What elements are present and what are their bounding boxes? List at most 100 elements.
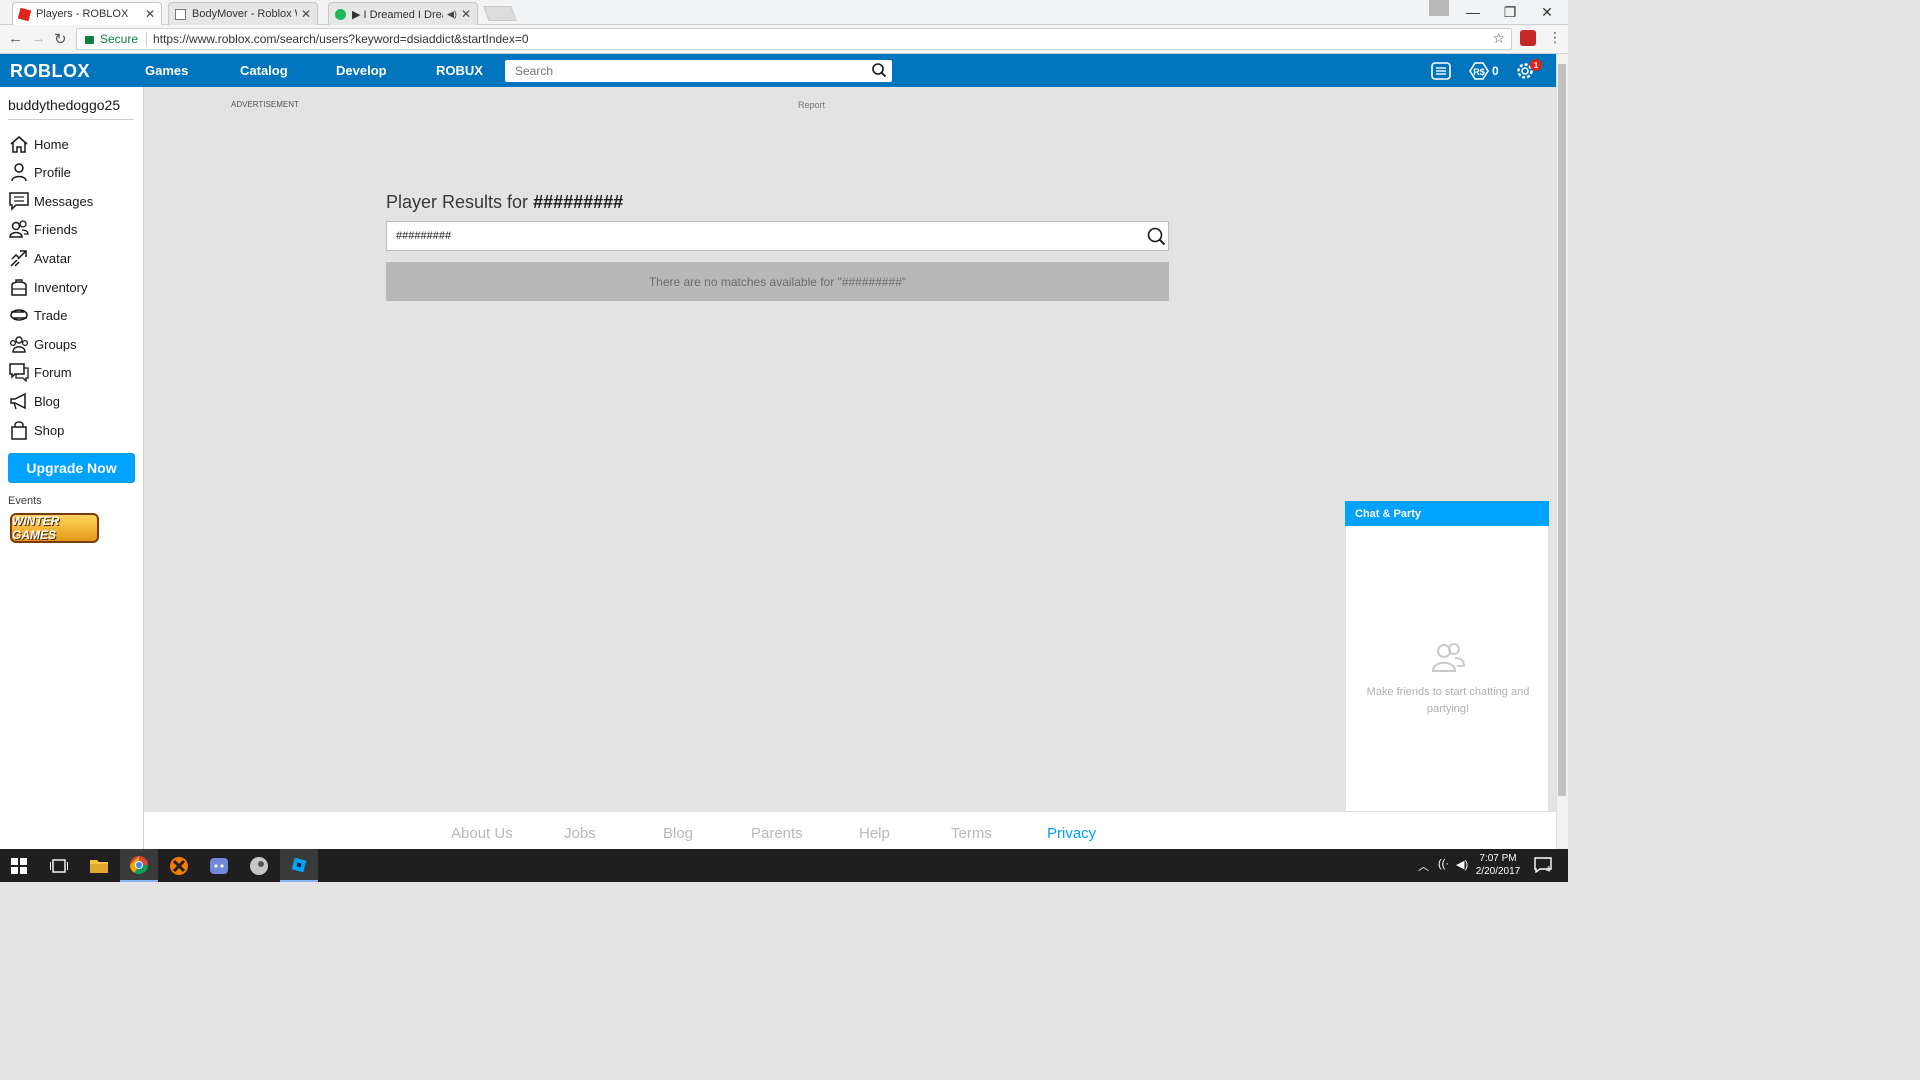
task-view-icon[interactable] — [40, 849, 78, 882]
spotify-favicon-icon — [335, 8, 346, 20]
upgrade-now-button[interactable]: Upgrade Now — [8, 453, 135, 483]
bookmark-star-icon[interactable]: ☆ — [1492, 30, 1505, 47]
sidebar-item-trade[interactable]: Trade — [9, 304, 67, 326]
discord-taskbar-icon[interactable] — [200, 849, 238, 882]
close-window-icon[interactable]: ✕ — [1529, 0, 1565, 24]
sidebar-item-label: Forum — [34, 364, 72, 380]
page-scrollbar-thumb[interactable] — [1558, 64, 1566, 796]
action-center-icon[interactable]: 4 — [1534, 857, 1552, 876]
report-ad-link[interactable]: Report — [798, 100, 825, 110]
inventory-icon — [11, 279, 27, 296]
left-sidebar: buddythedoggo25 Home Profile Messages Fr… — [0, 87, 144, 849]
nav-catalog[interactable]: Catalog — [240, 63, 288, 78]
no-matches-message: There are no matches available for "####… — [386, 262, 1169, 301]
sidebar-item-label: Shop — [34, 422, 65, 438]
url-text[interactable]: https://www.roblox.com/search/users?keyw… — [153, 32, 529, 46]
restore-icon[interactable]: ❐ — [1492, 0, 1528, 24]
nav-robux[interactable]: ROBUX — [436, 63, 483, 78]
robux-count: 0 — [1492, 64, 1499, 78]
nav-develop[interactable]: Develop — [336, 63, 387, 78]
sidebar-item-profile[interactable]: Profile — [9, 161, 71, 183]
roblox-header: ROBLOX Games Catalog Develop ROBUX R$ 0 … — [0, 54, 1556, 87]
shop-icon — [11, 421, 27, 440]
steam-taskbar-icon[interactable] — [240, 849, 278, 882]
sidebar-item-label: Inventory — [34, 279, 88, 295]
robux-icon[interactable]: R$ — [1469, 62, 1489, 80]
footer-link-help[interactable]: Help — [859, 825, 890, 842]
results-title-prefix: Player Results for — [386, 192, 529, 212]
sidebar-item-avatar[interactable]: Avatar — [9, 247, 71, 269]
footer-link-about-us[interactable]: About Us — [451, 825, 513, 842]
browser-toolbar: ← → ↻ Secure https://www.roblox.com/sear… — [0, 25, 1568, 54]
forward-arrow-icon[interactable]: → — [31, 30, 46, 47]
player-search-value[interactable]: ######### — [396, 230, 451, 242]
lock-icon — [85, 36, 94, 44]
roblox-studio-taskbar-icon[interactable] — [280, 849, 318, 882]
tab-title: ▶ I Dreamed I Dream — [352, 8, 443, 21]
search-icon[interactable] — [1146, 226, 1166, 246]
sidebar-item-groups[interactable]: Groups — [9, 333, 77, 355]
show-hidden-icons-icon[interactable]: ︿ — [1418, 858, 1429, 874]
speaker-icon[interactable]: ◀) — [447, 9, 457, 20]
footer-link-terms[interactable]: Terms — [951, 825, 992, 842]
friends-icon — [9, 220, 29, 238]
tab-title: Players - ROBLOX — [36, 8, 129, 20]
roblox-favicon-icon — [17, 7, 32, 21]
divider — [146, 32, 148, 46]
home-icon — [10, 136, 28, 153]
list-icon[interactable] — [1431, 62, 1451, 80]
windows-start-icon[interactable] — [0, 849, 38, 882]
svg-text:4: 4 — [1546, 865, 1551, 873]
header-search-input[interactable] — [505, 60, 892, 82]
close-tab-icon[interactable]: ✕ — [145, 7, 155, 21]
svg-text:R$: R$ — [1473, 67, 1485, 77]
sidebar-item-home[interactable]: Home — [9, 133, 69, 155]
file-explorer-icon[interactable] — [80, 849, 118, 882]
sidebar-item-forum[interactable]: Forum — [9, 361, 72, 383]
footer-link-jobs[interactable]: Jobs — [564, 825, 596, 842]
profile-icon — [11, 163, 27, 182]
back-arrow-icon[interactable]: ← — [8, 30, 23, 47]
footer-link-parents[interactable]: Parents — [751, 825, 803, 842]
taskbar-clock[interactable]: 7:07 PM 2/20/2017 — [1472, 852, 1524, 878]
sidebar-item-messages[interactable]: Messages — [9, 190, 93, 212]
player-search-input[interactable]: ######### — [386, 221, 1169, 251]
sidebar-item-friends[interactable]: Friends — [9, 218, 77, 240]
secure-label: Secure — [100, 32, 139, 46]
sidebar-item-shop[interactable]: Shop — [9, 419, 64, 441]
tab-title: BodyMover - Roblox Wiki — [192, 8, 297, 20]
close-tab-icon[interactable]: ✕ — [301, 7, 311, 21]
network-icon[interactable]: ((· — [1438, 858, 1449, 870]
sidebar-item-blog[interactable]: Blog — [9, 390, 60, 412]
chat-party-header[interactable]: Chat & Party — [1345, 501, 1549, 526]
forum-icon — [9, 363, 29, 382]
sidebar-item-inventory[interactable]: Inventory — [9, 276, 87, 298]
tab-bodymover-wiki[interactable]: BodyMover - Roblox Wiki ✕ — [168, 2, 318, 25]
close-tab-icon[interactable]: ✕ — [461, 7, 471, 21]
new-tab-button[interactable] — [483, 6, 517, 21]
footer-link-privacy[interactable]: Privacy — [1047, 825, 1096, 842]
reload-icon[interactable]: ↻ — [54, 30, 67, 48]
advertisement-label: ADVERTISEMENT — [231, 100, 299, 109]
browser-tabstrip: Players - ROBLOX ✕ BodyMover - Roblox Wi… — [0, 0, 1568, 25]
search-icon[interactable] — [871, 62, 887, 78]
nav-games[interactable]: Games — [145, 63, 188, 78]
sidebar-item-label: Messages — [34, 193, 94, 209]
username[interactable]: buddythedoggo25 — [8, 97, 120, 113]
extension-icon[interactable] — [1520, 30, 1536, 46]
app-taskbar-icon[interactable] — [160, 849, 198, 882]
avatar-icon — [10, 250, 27, 267]
tab-players-roblox[interactable]: Players - ROBLOX ✕ — [12, 2, 162, 25]
roblox-logo[interactable]: ROBLOX — [10, 61, 90, 82]
address-bar[interactable]: Secure https://www.roblox.com/search/use… — [76, 28, 1512, 50]
notification-badge: 1 — [1530, 59, 1542, 71]
winter-games-event-banner[interactable]: WINTER GAMES — [10, 513, 99, 543]
tab-spotify-song[interactable]: ▶ I Dreamed I Dream ◀) ✕ — [328, 2, 478, 25]
blog-icon — [10, 392, 26, 410]
volume-icon[interactable]: ◀) — [1456, 858, 1468, 871]
chrome-taskbar-icon[interactable] — [120, 849, 158, 882]
minimize-icon[interactable]: — — [1455, 0, 1491, 24]
footer-link-blog[interactable]: Blog — [663, 825, 693, 842]
chrome-menu-icon[interactable]: ⋮ — [1548, 29, 1562, 46]
chrome-profile-icon[interactable] — [1429, 0, 1449, 16]
